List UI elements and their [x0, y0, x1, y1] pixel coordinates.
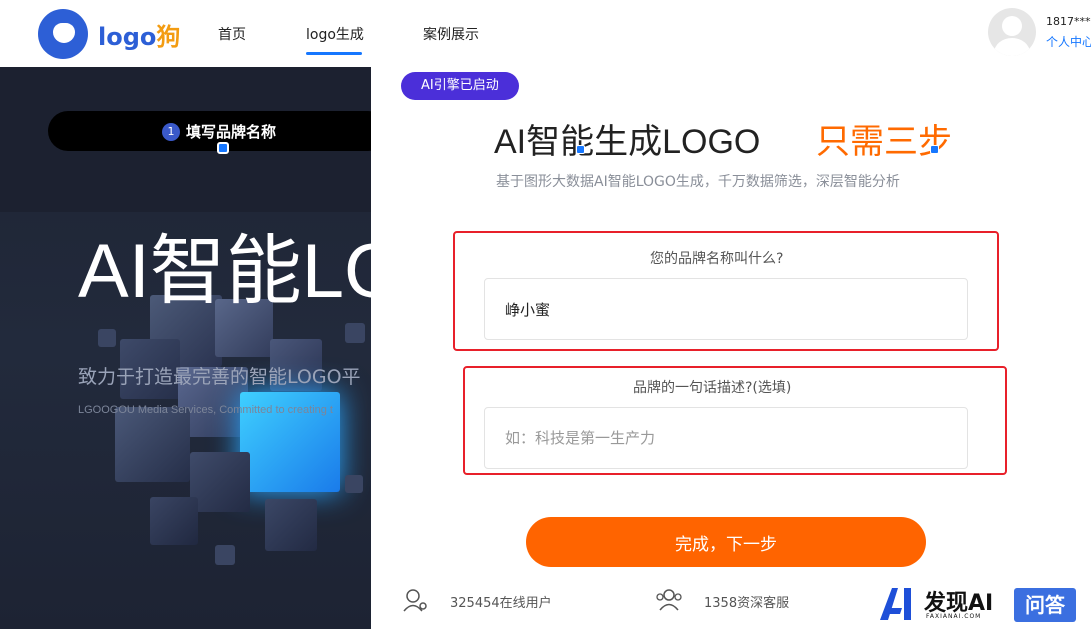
user-icon — [403, 589, 427, 612]
dog-logo-icon — [38, 9, 88, 59]
next-step-button[interactable]: 完成，下一步 — [526, 517, 926, 567]
top-navigation-bar: logo狗 首页 logo生成 案例展示 1817**** 个人中心 — [0, 0, 1091, 67]
decorative-cube — [150, 497, 198, 545]
decorative-cube — [265, 499, 317, 551]
watermark-qa-button[interactable]: 问答 — [1014, 588, 1076, 622]
hero-english-tagline: LGOOGOU Media Services, Committed to cre… — [78, 404, 333, 416]
ai-engine-badge: AI引擎已启动 — [401, 72, 519, 100]
support-staff-text: 1358资深客服 — [704, 596, 790, 611]
watermark-domain: FAXIANAI.COM — [926, 613, 982, 620]
selection-handle — [217, 142, 229, 154]
form-description: 基于图形大数据AI智能LOGO生成，千万数据筛选，深层智能分析 — [496, 174, 900, 190]
nav-home[interactable]: 首页 — [218, 24, 246, 44]
brand-name-input[interactable] — [484, 278, 968, 340]
nav-cases[interactable]: 案例展示 — [423, 24, 479, 44]
selection-handle — [930, 145, 939, 154]
decorative-cube — [215, 545, 235, 565]
nav-active-indicator — [306, 52, 362, 55]
decorative-cube — [345, 323, 365, 343]
decorative-cube — [115, 407, 190, 482]
slogan-label: 品牌的一句话描述?(选填) — [633, 380, 792, 396]
watermark: 发现AI FAXIANAI.COM 问答 — [870, 582, 1091, 629]
step-label: 填写品牌名称 — [186, 123, 277, 141]
online-users-text: 325454在线用户 — [450, 596, 552, 611]
logo-wordmark: logo狗 — [98, 23, 181, 51]
step-indicator: 1 填写品牌名称 — [48, 111, 371, 151]
nav-logo-generate[interactable]: logo生成 — [306, 24, 364, 44]
user-phone: 1817**** — [1046, 15, 1091, 28]
form-title-accent: 只需三步 — [816, 122, 952, 162]
brand-name-label: 您的品牌名称叫什么? — [650, 251, 784, 267]
logo-generator-form: AI引擎已启动 AI智能生成LOGO 只需三步 基于图形大数据AI智能LOGO生… — [371, 67, 1091, 629]
slogan-input[interactable] — [484, 407, 968, 469]
decorative-cube — [345, 475, 363, 493]
decorative-cube — [190, 452, 250, 512]
selection-handle — [576, 145, 585, 154]
user-avatar[interactable] — [988, 8, 1036, 56]
step-number-badge: 1 — [162, 123, 180, 141]
site-logo[interactable]: logo狗 — [38, 9, 188, 59]
faxianai-logo-icon — [880, 588, 911, 620]
decorative-cube — [98, 329, 116, 347]
hero-panel: 1 填写品牌名称 AI智能LO 致力于打造最完善的智能LOGO平 LGOOGOU… — [0, 67, 371, 629]
user-center-link[interactable]: 个人中心 — [1046, 33, 1091, 50]
form-title: AI智能生成LOGO — [494, 123, 761, 161]
hero-title: AI智能LO — [78, 229, 371, 314]
hero-subtitle: 致力于打造最完善的智能LOGO平 — [78, 366, 361, 388]
users-icon — [656, 589, 682, 611]
